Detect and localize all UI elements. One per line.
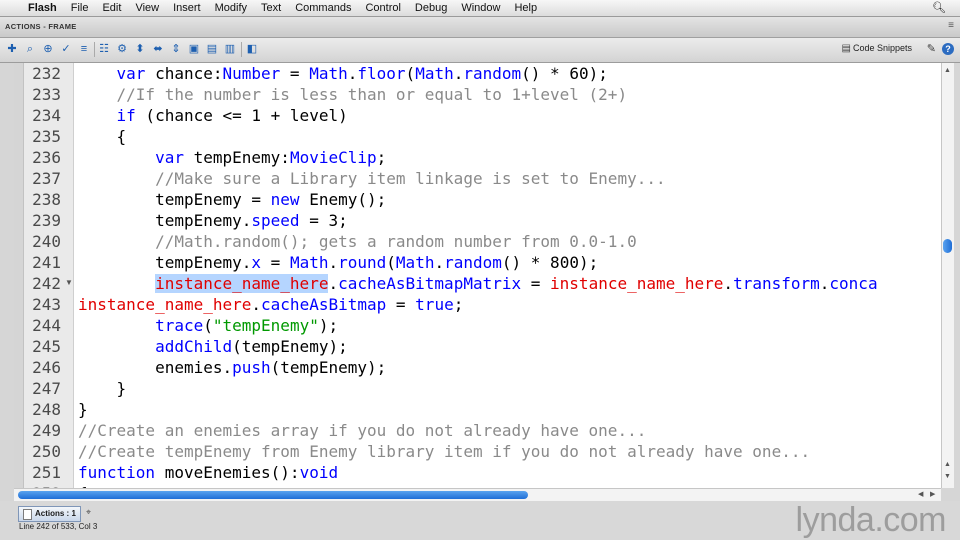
apply-block-comment-icon[interactable]: ▣ — [188, 43, 200, 55]
code-snippets-label: Code Snippets — [852, 43, 912, 53]
code-line[interactable]: //If the number is less than or equal to… — [78, 84, 628, 105]
code-line[interactable]: tempEnemy.x = Math.round(Math.random() *… — [78, 252, 598, 273]
script-document-icon — [23, 508, 32, 520]
actions-tab-label: Actions : 1 — [35, 509, 76, 518]
collapse-between-braces-icon[interactable]: ⬍ — [134, 43, 146, 55]
code-line[interactable]: //Create an enemies array if you do not … — [78, 420, 646, 441]
code-line[interactable]: //Make sure a Library item linkage is se… — [78, 168, 666, 189]
menu-app-name[interactable]: Flash — [24, 2, 64, 14]
code-line[interactable]: addChild(tempEnemy); — [78, 336, 348, 357]
find-icon[interactable]: ⌕ — [24, 43, 36, 55]
line-number: 239 — [32, 211, 61, 230]
code-line[interactable]: tempEnemy.speed = 3; — [78, 210, 348, 231]
target-icon[interactable]: ⊕ — [42, 43, 54, 55]
scroll-up-arrow-icon[interactable]: ▲ — [944, 461, 951, 468]
menu-modify[interactable]: Modify — [208, 2, 254, 14]
line-number: 244 — [32, 316, 61, 335]
line-number: 236 — [32, 148, 61, 167]
line-number: 249 — [32, 421, 61, 440]
code-hint-icon[interactable]: ☷ — [98, 43, 110, 55]
menu-insert[interactable]: Insert — [166, 2, 208, 14]
line-number: 247 — [32, 379, 61, 398]
panel-title: ACTIONS - FRAME — [5, 22, 77, 31]
code-editor[interactable]: 232 233 234 235 236 237 238 239 240 241 … — [14, 63, 941, 488]
add-statement-icon[interactable]: ✚ — [6, 43, 18, 55]
toolbar-divider — [94, 42, 95, 57]
actions-script-tab[interactable]: Actions : 1 — [18, 506, 81, 522]
code-line[interactable]: tempEnemy = new Enemy(); — [78, 189, 386, 210]
line-number: 243 — [32, 295, 61, 314]
menu-help[interactable]: Help — [507, 2, 544, 14]
menu-edit[interactable]: Edit — [95, 2, 128, 14]
auto-format-icon[interactable]: ≡ — [78, 43, 90, 55]
actions-panel-header: ACTIONS - FRAME ≡ — [0, 17, 960, 38]
menu-bar: Flash File Edit View Insert Modify Text … — [0, 0, 960, 17]
bottom-bar: Actions : 1 ⌖ Line 242 of 533, Col 3 lyn… — [0, 501, 960, 540]
code-line[interactable]: instance_name_here.cacheAsBitmap = true; — [78, 294, 463, 315]
script-assist-icon[interactable]: ✎ — [927, 42, 936, 55]
menu-window[interactable]: Window — [454, 2, 507, 14]
scroll-left-arrow-icon[interactable]: ◀ — [918, 490, 923, 498]
menu-text[interactable]: Text — [254, 2, 288, 14]
scroll-down-arrow-icon[interactable]: ▼ — [944, 473, 951, 480]
line-number: 240 — [32, 232, 61, 251]
code-line[interactable]: } — [78, 378, 127, 399]
show-hide-toolbox-icon[interactable]: ◧ — [246, 43, 258, 55]
code-snippets-icon: ▤ — [841, 43, 851, 54]
line-number: 241 — [32, 253, 61, 272]
line-number: 233 — [32, 85, 61, 104]
help-icon[interactable]: ? — [942, 43, 954, 55]
code-line[interactable]: if (chance <= 1 + level) — [78, 105, 348, 126]
horizontal-scrollbar[interactable]: ◀ ▶ — [14, 488, 941, 501]
line-number: 251 — [32, 463, 61, 482]
cursor-position-status: Line 242 of 533, Col 3 — [19, 522, 98, 531]
actions-toolbar: ✚ ⌕ ⊕ ✓ ≡ ☷ ⚙ ⬍ ⬌ ⇕ ▣ ▤ ▥ ◧ ▤ Code Snippe… — [0, 38, 960, 63]
apply-line-comment-icon[interactable]: ▤ — [206, 43, 218, 55]
code-line[interactable]: var tempEnemy:MovieClip; — [78, 147, 386, 168]
scroll-right-arrow-icon[interactable]: ▶ — [930, 490, 935, 498]
line-number: 250 — [32, 442, 61, 461]
code-line[interactable]: //Create tempEnemy from Enemy library it… — [78, 441, 810, 462]
code-line[interactable]: trace("tempEnemy"); — [78, 315, 338, 336]
collapse-selection-icon[interactable]: ⬌ — [152, 43, 164, 55]
line-number: 246 — [32, 358, 61, 377]
menu-commands[interactable]: Commands — [288, 2, 358, 14]
code-line[interactable]: var chance:Number = Math.floor(Math.rand… — [78, 63, 608, 84]
code-line[interactable]: //Math.random(); gets a random number fr… — [78, 231, 637, 252]
code-snippets-button[interactable]: ▤ Code Snippets — [842, 43, 913, 54]
menu-control[interactable]: Control — [358, 2, 407, 14]
line-number: 248 — [32, 400, 61, 419]
fold-triangle-icon[interactable]: ▼ — [65, 278, 73, 287]
expand-all-icon[interactable]: ⇕ — [170, 43, 182, 55]
line-number: 238 — [32, 190, 61, 209]
line-number: 235 — [32, 127, 61, 146]
check-syntax-icon[interactable]: ✓ — [60, 43, 72, 55]
line-number: 245 — [32, 337, 61, 356]
panel-menu-icon[interactable]: ≡ — [948, 20, 954, 31]
code-line[interactable]: { — [78, 126, 127, 147]
code-line[interactable]: } — [78, 399, 88, 420]
remove-comment-icon[interactable]: ▥ — [224, 43, 236, 55]
line-number: 242 — [32, 274, 61, 293]
line-number: 234 — [32, 106, 61, 125]
horizontal-scroll-thumb[interactable] — [18, 491, 528, 499]
code-line[interactable]: enemies.push(tempEnemy); — [78, 357, 386, 378]
code-line[interactable]: instance_name_here.cacheAsBitmapMatrix =… — [78, 273, 878, 294]
menu-debug[interactable]: Debug — [408, 2, 454, 14]
line-number: 237 — [32, 169, 61, 188]
menu-file[interactable]: File — [64, 2, 96, 14]
line-number: 232 — [32, 64, 61, 83]
spotlight-search-icon[interactable]: 🔍︎ — [932, 1, 946, 14]
menu-view[interactable]: View — [128, 2, 166, 14]
pin-script-icon[interactable]: ⌖ — [86, 507, 91, 518]
lynda-watermark: lynda.com — [795, 501, 947, 539]
vertical-scrollbar[interactable]: ▲ ▲ ▼ — [941, 63, 954, 488]
toolbar-divider — [241, 42, 242, 57]
vertical-scroll-thumb[interactable] — [943, 239, 952, 253]
scroll-up-arrow-icon[interactable]: ▲ — [944, 67, 951, 74]
code-line[interactable]: function moveEnemies():void — [78, 462, 338, 483]
debug-options-icon[interactable]: ⚙ — [116, 43, 128, 55]
